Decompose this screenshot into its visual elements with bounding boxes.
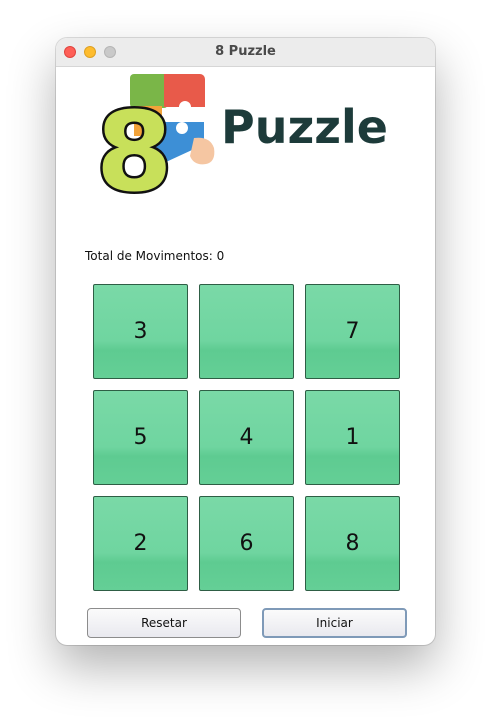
window-title: 8 Puzzle xyxy=(215,44,276,59)
tile-8[interactable]: 6 xyxy=(199,496,294,591)
title-bar: 8 Puzzle xyxy=(56,38,435,67)
start-button[interactable]: Iniciar xyxy=(262,608,407,638)
reset-button[interactable]: Resetar xyxy=(87,608,241,638)
logo-digit: 8 xyxy=(96,88,173,200)
tile-9[interactable]: 8 xyxy=(305,496,400,591)
tile-7[interactable]: 2 xyxy=(93,496,188,591)
tile-3[interactable]: 7 xyxy=(305,284,400,379)
tile-4[interactable]: 5 xyxy=(93,390,188,485)
moves-counter: Total de Movimentos: 0 xyxy=(85,249,225,263)
tile-empty[interactable] xyxy=(199,284,294,379)
tile-6[interactable]: 1 xyxy=(305,390,400,485)
tile-5[interactable]: 4 xyxy=(199,390,294,485)
puzzle-logo-icon: 8 xyxy=(94,74,215,200)
tile-1[interactable]: 3 xyxy=(93,284,188,379)
logo-title: Puzzle xyxy=(221,100,388,154)
app-window: 8 Puzzle 8 Puzzle Total de Movimentos: 0… xyxy=(56,38,435,645)
puzzle-board: 3 7 5 4 1 2 6 8 xyxy=(93,284,401,592)
